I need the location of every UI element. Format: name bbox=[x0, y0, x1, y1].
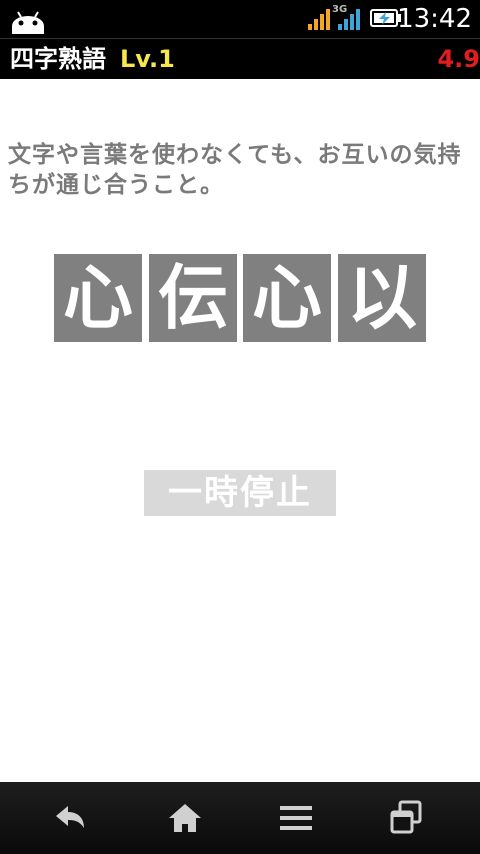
nav-bar bbox=[0, 782, 480, 854]
signal-icon bbox=[308, 9, 330, 30]
menu-icon[interactable] bbox=[276, 800, 316, 836]
level-label: Lv.1 bbox=[120, 45, 175, 73]
kanji-tile[interactable]: 伝 bbox=[149, 254, 237, 342]
kanji-tile[interactable]: 以 bbox=[338, 254, 426, 342]
app-title: 四字熟語 bbox=[10, 45, 106, 73]
kanji-tile[interactable]: 心 bbox=[54, 254, 142, 342]
status-bar: 3G 13:42 bbox=[0, 0, 480, 38]
back-icon[interactable] bbox=[50, 800, 90, 836]
pause-button[interactable]: 一時停止 bbox=[144, 470, 336, 516]
timer-value: 4.9 bbox=[437, 45, 480, 73]
meaning-text: 文字や言葉を使わなくても、お互いの気持ちが通じ合うこと。 bbox=[8, 142, 462, 198]
signal-3g-icon bbox=[338, 9, 360, 30]
recent-apps-icon[interactable] bbox=[386, 800, 426, 836]
status-time: 13:42 bbox=[397, 4, 472, 34]
android-icon bbox=[12, 11, 44, 34]
kanji-tile[interactable]: 心 bbox=[243, 254, 331, 342]
home-icon[interactable] bbox=[165, 800, 205, 836]
app-header: 四字熟語 Lv.1 4.9 bbox=[0, 38, 480, 79]
